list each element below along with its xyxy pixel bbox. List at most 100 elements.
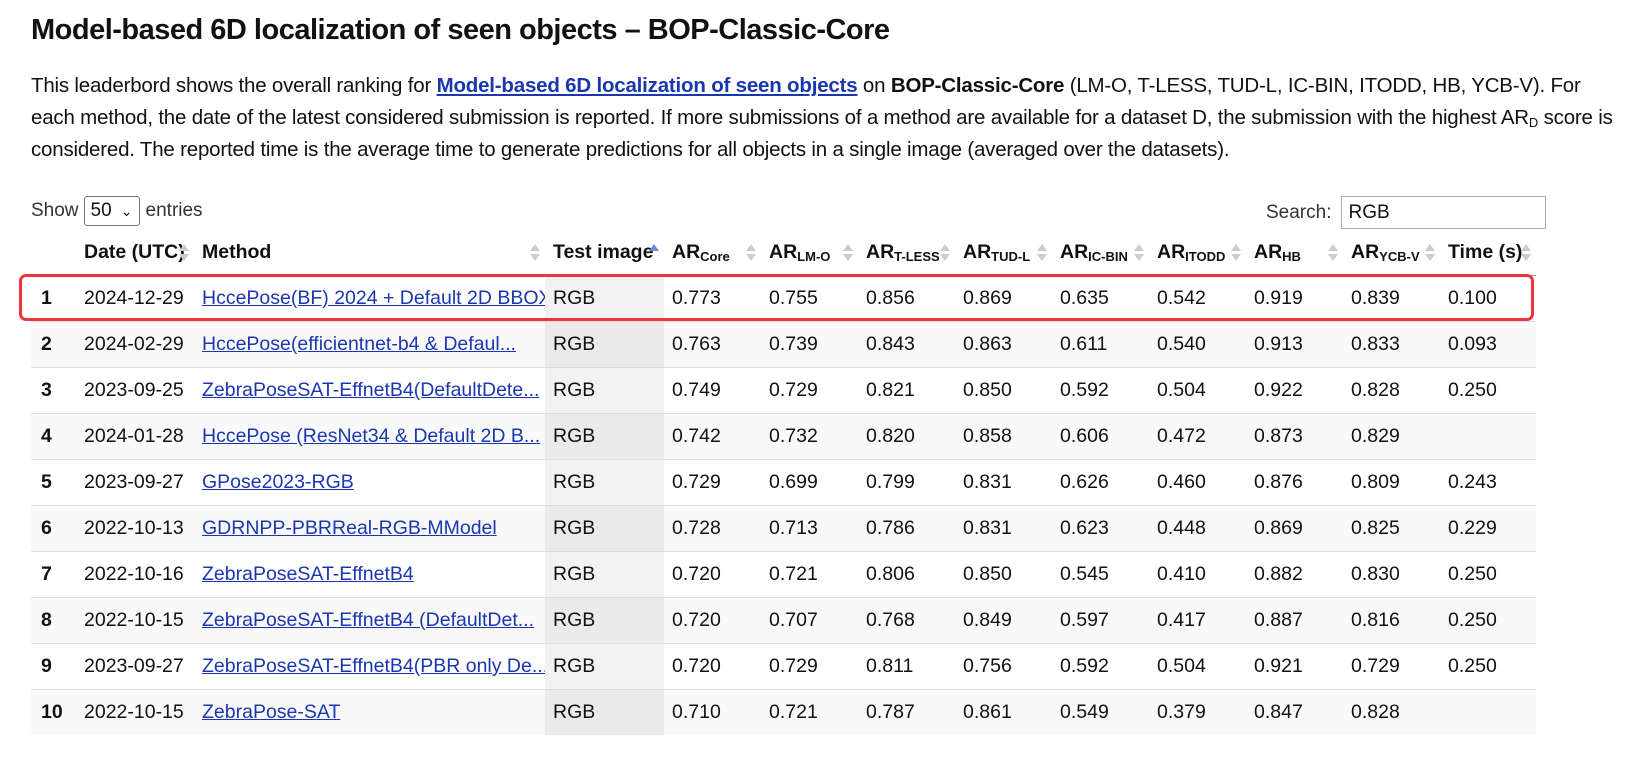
sort-icon: [1520, 243, 1532, 263]
row-ar-tudl: 0.756: [955, 643, 1052, 690]
row-ar-tless: 0.787: [858, 689, 955, 735]
header-ar-icbin[interactable]: ARIC-BIN: [1052, 230, 1149, 276]
sort-icon: [1424, 243, 1436, 263]
row-method-link[interactable]: ZebraPoseSAT-EffnetB4 (DefaultDet...: [202, 609, 534, 631]
intro-text-1: This leaderbord shows the overall rankin…: [31, 74, 437, 97]
row-ar-lmo: 0.729: [761, 643, 858, 690]
row-ar-core: 0.773: [672, 287, 721, 309]
row-ar-ycbv: 0.825: [1343, 505, 1440, 552]
row-date: 2024-01-28: [76, 413, 194, 460]
sort-icon: [1133, 243, 1145, 263]
row-ar-itodd: 0.540: [1149, 321, 1246, 368]
row-ar-icbin: 0.545: [1052, 551, 1149, 598]
row-ar-hb: 0.919: [1254, 287, 1303, 309]
row-method-link[interactable]: HccePose(efficientnet-b4 & Defaul...: [202, 333, 516, 355]
row-time: 0.250: [1440, 597, 1536, 644]
chevron-down-icon: ⌄: [120, 202, 133, 219]
row-time: [1440, 413, 1536, 460]
row-time: 0.100: [1448, 287, 1497, 309]
row-ar-lmo: 0.732: [761, 413, 858, 460]
header-ar-core[interactable]: ARCore: [664, 230, 761, 276]
row-ar-tless: 0.806: [858, 551, 955, 598]
row-ar-ycbv: 0.833: [1343, 321, 1440, 368]
row-rank: 7: [31, 551, 76, 598]
row-ar-icbin: 0.635: [1060, 287, 1109, 309]
header-test-image[interactable]: Test image: [545, 230, 664, 276]
row-ar-itodd: 0.410: [1149, 551, 1246, 598]
task-link[interactable]: Model-based 6D localization of seen obje…: [437, 74, 858, 97]
row-ar-tudl: 0.850: [955, 551, 1052, 598]
row-ar-hb: 0.882: [1246, 551, 1343, 598]
row-method-link[interactable]: ZebraPose-SAT: [202, 701, 340, 723]
header-ar-lmo[interactable]: ARLM-O: [761, 230, 858, 276]
header-ar-tless[interactable]: ART-LESS: [858, 230, 955, 276]
entries-select[interactable]: 50 ⌄: [83, 196, 140, 226]
row-ar-core: 0.749: [664, 367, 761, 414]
intro-text-2: on: [857, 74, 891, 97]
ar-itodd-sub: ITODD: [1185, 249, 1226, 264]
row-rank: 4: [31, 413, 76, 460]
row-ar-ycbv: 0.809: [1343, 459, 1440, 506]
table-row: 6 2022-10-13 GDRNPP-PBRReal-RGB-MModel RGB 0…: [31, 505, 1536, 552]
row-ar-ycbv: 0.816: [1343, 597, 1440, 644]
header-time-label: Time (s): [1448, 241, 1523, 263]
row-time: 0.250: [1440, 643, 1536, 690]
row-ar-lmo: 0.721: [761, 689, 858, 735]
intro-subscript: D: [1528, 115, 1539, 130]
sort-icon: [842, 243, 854, 263]
ar-label: AR: [963, 241, 992, 263]
header-ar-ycbv[interactable]: ARYCB-V: [1343, 230, 1440, 276]
row-test-image: RGB: [545, 275, 664, 322]
row-method-link[interactable]: GDRNPP-PBRReal-RGB-MModel: [202, 517, 497, 539]
row-method-link[interactable]: ZebraPoseSAT-EffnetB4: [202, 563, 414, 585]
row-ar-hb: 0.873: [1246, 413, 1343, 460]
row-ar-tudl: 0.863: [955, 321, 1052, 368]
header-ar-tudl[interactable]: ARTUD-L: [955, 230, 1052, 276]
row-rank: 8: [31, 597, 76, 644]
row-ar-itodd: 0.542: [1157, 287, 1206, 309]
row-ar-icbin: 0.549: [1052, 689, 1149, 735]
ar-hb-sub: HB: [1282, 249, 1301, 264]
row-method: ZebraPoseSAT-EffnetB4 (DefaultDet...: [194, 597, 545, 644]
header-method[interactable]: Method: [194, 230, 545, 276]
row-ar-lmo: 0.739: [761, 321, 858, 368]
sort-icon: [939, 243, 951, 263]
row-method-link[interactable]: ZebraPoseSAT-EffnetB4(PBR only De...: [202, 655, 545, 677]
row-method-link[interactable]: GPose2023-RGB: [202, 471, 354, 493]
row-time: 0.229: [1440, 505, 1536, 552]
row-ar-icbin: 0.597: [1052, 597, 1149, 644]
header-test-image-label: Test image: [553, 241, 654, 263]
header-ar-hb[interactable]: ARHB: [1246, 230, 1343, 276]
row-ar-core: 0.729: [664, 459, 761, 506]
sort-icon: [178, 243, 190, 263]
row-test-image: RGB: [545, 597, 664, 644]
row-method-link[interactable]: HccePose(BF) 2024 + Default 2D BBOX: [202, 287, 545, 309]
row-rank: 6: [31, 505, 76, 552]
row-ar-itodd: 0.448: [1149, 505, 1246, 552]
header-time[interactable]: Time (s): [1440, 230, 1536, 276]
row-ar-tless: 0.768: [858, 597, 955, 644]
table-row: 5 2023-09-27 GPose2023-RGB RGB 0.729 0.699 0.7…: [31, 459, 1536, 506]
row-ar-tless: 0.821: [858, 367, 955, 414]
header-date[interactable]: Date (UTC): [76, 230, 194, 276]
row-date: 2023-09-27: [76, 459, 194, 506]
row-time: [1440, 689, 1536, 735]
sort-icon: [1327, 243, 1339, 263]
row-method: GDRNPP-PBRReal-RGB-MModel: [194, 505, 545, 552]
row-method-link[interactable]: ZebraPoseSAT-EffnetB4(DefaultDete...: [202, 379, 539, 401]
ar-label: AR: [866, 241, 895, 263]
row-ar-tudl: 0.858: [955, 413, 1052, 460]
ar-label: AR: [1157, 241, 1186, 263]
sort-icon: [745, 243, 757, 263]
row-test-image: RGB: [545, 551, 664, 598]
row-ar-tless: 0.811: [858, 643, 955, 690]
search-input[interactable]: RGB: [1341, 196, 1547, 229]
intro-paragraph: This leaderbord shows the overall rankin…: [31, 70, 1621, 166]
row-method-link[interactable]: HccePose (ResNet34 & Default 2D B...: [202, 425, 540, 447]
row-ar-ycbv: 0.828: [1343, 689, 1440, 735]
header-ar-itodd[interactable]: ARITODD: [1149, 230, 1246, 276]
ar-label: AR: [1060, 241, 1089, 263]
row-ar-tless: 0.799: [858, 459, 955, 506]
table-row: 3 2023-09-25 ZebraPoseSAT-EffnetB4(Default…: [31, 367, 1536, 414]
row-ar-tudl: 0.831: [955, 459, 1052, 506]
